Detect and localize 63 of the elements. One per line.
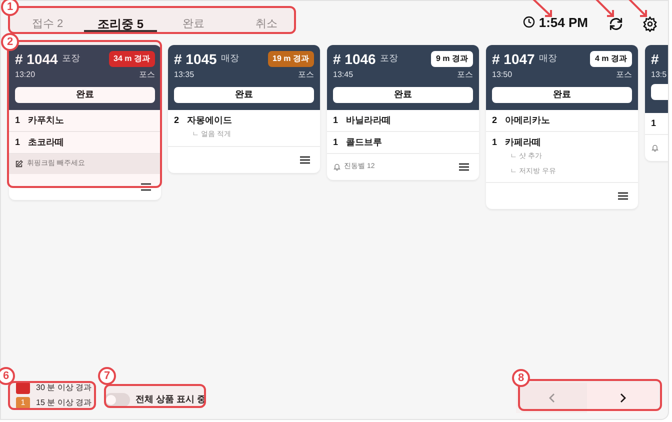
item-name: 카페라떼: [505, 136, 542, 149]
settings-icon[interactable]: [642, 16, 658, 32]
menu-icon[interactable]: [300, 156, 310, 164]
item-quantity: 1: [15, 114, 20, 127]
item-name: 바닐라라떼: [346, 114, 392, 127]
order-source: 포스: [298, 69, 314, 81]
item-quantity: 1: [333, 136, 338, 149]
item-quantity: 1: [651, 116, 656, 130]
elapsed-badge: 19 m 경과: [268, 51, 314, 67]
callout-arrow: [531, 0, 552, 17]
complete-button[interactable]: 완료: [15, 86, 155, 103]
complete-button[interactable]: 완료: [333, 86, 473, 103]
order-source: 포스: [139, 69, 155, 81]
item-name: 초코라떼: [28, 136, 64, 149]
chevron-right-icon: [618, 393, 626, 403]
menu-icon[interactable]: [141, 183, 151, 191]
item-name: 콜드브루: [346, 136, 382, 149]
order-source: 포스: [457, 69, 473, 81]
order-type: 매장: [538, 52, 557, 66]
order-type: 매장: [220, 52, 239, 66]
item-quantity: 1: [333, 114, 338, 127]
item-name: 아메리카노: [505, 114, 550, 127]
callout-arrow: [594, 0, 614, 17]
bell-icon: [333, 163, 341, 171]
item-quantity: 1: [492, 136, 498, 149]
next-button[interactable]: [587, 383, 658, 413]
legend-swatch: 1: [16, 396, 30, 408]
order-time: 13:50: [492, 69, 512, 81]
refresh-icon[interactable]: [608, 16, 624, 32]
order-type: 포장: [380, 52, 398, 66]
clock-time: 1:54 PM: [538, 14, 588, 32]
item-quantity: 1: [15, 136, 20, 149]
toggle-switch[interactable]: [104, 392, 130, 406]
menu-icon[interactable]: [618, 192, 628, 200]
tab[interactable]: 조리중 5: [84, 18, 157, 32]
item-name: 카푸치노: [28, 114, 64, 127]
edit-icon: [15, 160, 23, 168]
order-number: #: [651, 50, 659, 68]
item-quantity: 2: [492, 114, 498, 127]
callout-arrow: [627, 0, 647, 17]
order-time: 13:20: [15, 69, 36, 81]
order-time: 13:45: [333, 69, 354, 81]
bell-icon: [651, 144, 659, 152]
elapsed-badge: 4 m 경과: [590, 51, 632, 67]
elapsed-badge: 34 m 경과: [108, 51, 155, 67]
item-name: 자몽에이드: [187, 114, 232, 127]
complete-button[interactable]: 완료: [174, 86, 314, 103]
order-type: 포장: [62, 52, 80, 66]
order-number: # 1047: [492, 50, 535, 68]
legend-label: 15 분 이상 경과: [36, 396, 92, 408]
order-number: # 1045: [174, 50, 217, 68]
order-time: 13:5: [651, 69, 667, 81]
order-number: # 1044: [15, 50, 58, 68]
elapsed-badge: 9 m 경과: [430, 51, 473, 67]
legend-label: 30 분 이상 경과: [36, 382, 92, 394]
order-number: # 1046: [333, 50, 376, 68]
complete-button[interactable]: 완료: [492, 86, 632, 103]
order-source: 포스: [616, 69, 632, 81]
order-time: 13:35: [174, 69, 194, 81]
chevron-left-icon: [548, 393, 556, 403]
clock-icon: [522, 16, 535, 28]
item-quantity: 2: [174, 114, 180, 127]
menu-icon[interactable]: [459, 163, 469, 171]
